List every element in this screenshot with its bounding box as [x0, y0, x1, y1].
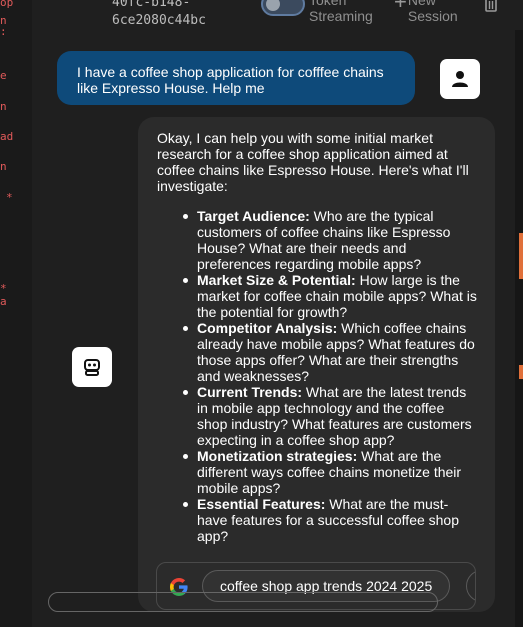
token-streaming-toggle[interactable] [261, 0, 305, 16]
new-session-label: New Session [407, 0, 458, 24]
user-icon [452, 71, 468, 87]
research-list: Target Audience: Who are the typical cus… [157, 208, 477, 544]
trash-icon[interactable] [484, 0, 498, 12]
plus-icon: + [394, 0, 407, 14]
code-editor-strip: op n : e n ad n * * a [0, 0, 32, 627]
user-avatar [440, 59, 480, 99]
scroll-marker [519, 233, 523, 279]
assistant-message: Okay, I can help you with some initial m… [138, 117, 495, 612]
code-fragment: n [0, 100, 7, 113]
list-item: Target Audience: Who are the typical cus… [181, 208, 477, 272]
assistant-intro: Okay, I can help you with some initial m… [157, 130, 469, 194]
item-title: Competitor Analysis: [197, 320, 338, 336]
code-fragment: a [0, 295, 7, 308]
new-session-button[interactable]: + New Session [394, 0, 458, 24]
search-suggestion-chip[interactable] [466, 570, 475, 602]
scrollbar[interactable] [515, 30, 523, 627]
scroll-marker [519, 365, 523, 379]
token-streaming-label: Token Streaming [309, 0, 373, 24]
session-header: 40fc-b148- 6ce2080c44bc Token Streaming … [32, 0, 523, 30]
code-fragment: ad [0, 130, 14, 143]
list-item: Current Trends: What are the latest tren… [181, 384, 477, 448]
code-fragment: : [0, 25, 7, 38]
code-fragment: * [0, 282, 7, 295]
chat-panel: I have a coffee shop application for cof… [32, 30, 515, 627]
toggle-knob [266, 0, 280, 11]
item-title: Monetization strategies: [197, 448, 358, 464]
bot-avatar [72, 347, 112, 387]
chat-input[interactable] [48, 592, 438, 612]
code-fragment: n [0, 160, 7, 173]
session-id: 40fc-b148- 6ce2080c44bc [112, 0, 206, 28]
user-message: I have a coffee shop application for cof… [57, 51, 415, 105]
robot-icon [84, 359, 100, 376]
item-title: Target Audience: [197, 208, 310, 224]
code-fragment: e [0, 69, 7, 82]
list-item: Competitor Analysis: Which coffee chains… [181, 320, 477, 384]
code-fragment: * [6, 191, 13, 204]
list-item: Monetization strategies: What are the di… [181, 448, 477, 496]
list-item: Essential Features: What are the must-ha… [181, 496, 477, 544]
code-fragment: op [0, 0, 14, 9]
item-title: Market Size & Potential: [197, 272, 356, 288]
list-item: Market Size & Potential: How large is th… [181, 272, 477, 320]
item-title: Essential Features: [197, 496, 326, 512]
item-title: Current Trends: [197, 384, 303, 400]
